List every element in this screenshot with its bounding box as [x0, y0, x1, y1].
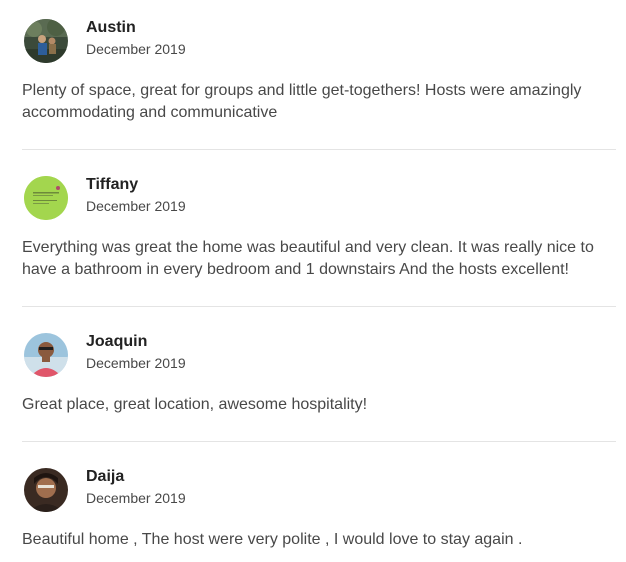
- review-item: Joaquin December 2019 Great place, great…: [22, 333, 616, 413]
- avatar-logo-icon: [24, 176, 68, 220]
- review-item: Austin December 2019 Plenty of space, gr…: [22, 19, 616, 121]
- avatar-photo-icon: [24, 468, 68, 512]
- divider: [22, 306, 616, 307]
- review-date: December 2019: [86, 490, 186, 506]
- review-header: Austin December 2019: [22, 19, 616, 63]
- divider: [22, 149, 616, 150]
- review-date: December 2019: [86, 41, 186, 57]
- reviews-list: Austin December 2019 Plenty of space, gr…: [0, 0, 626, 562]
- review-header: Daija December 2019: [22, 468, 616, 512]
- review-text: Plenty of space, great for groups and li…: [22, 82, 582, 121]
- review-item: Tiffany December 2019 Everything was gre…: [22, 176, 616, 278]
- review-item: Daija December 2019 Beautiful home , The…: [22, 468, 616, 548]
- review-date: December 2019: [86, 355, 186, 371]
- review-text: Everything was great the home was beauti…: [22, 239, 594, 278]
- reviewer-name: Tiffany: [86, 176, 139, 193]
- reviewer-name: Austin: [86, 19, 136, 36]
- avatar-photo-icon: [24, 333, 68, 377]
- divider: [22, 441, 616, 442]
- review-header: Tiffany December 2019: [22, 176, 616, 220]
- avatar[interactable]: [24, 176, 68, 220]
- avatar[interactable]: [24, 468, 68, 512]
- review-text: Great place, great location, awesome hos…: [22, 396, 368, 413]
- review-header: Joaquin December 2019: [22, 333, 616, 377]
- review-date: December 2019: [86, 198, 186, 214]
- avatar[interactable]: [24, 333, 68, 377]
- review-text: Beautiful home , The host were very poli…: [22, 531, 523, 548]
- avatar[interactable]: [24, 19, 68, 63]
- avatar-photo-icon: [24, 19, 68, 63]
- reviewer-name: Daija: [86, 468, 125, 485]
- reviewer-name: Joaquin: [86, 333, 148, 350]
